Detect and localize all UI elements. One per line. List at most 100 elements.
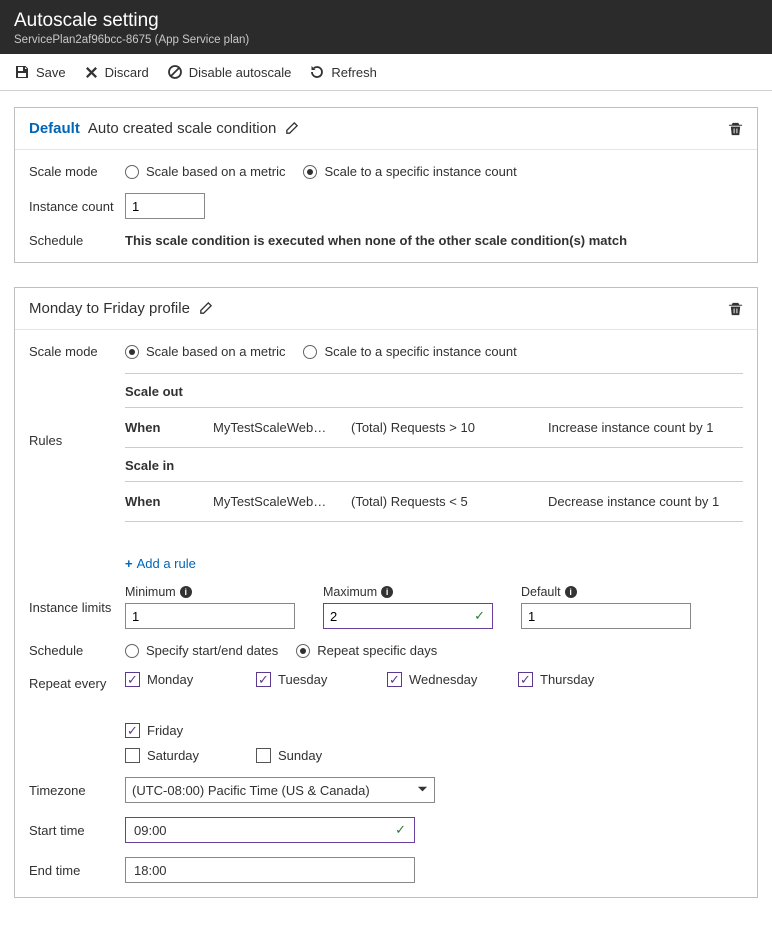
toolbar: Save Discard Disable autoscale Refresh (0, 54, 772, 91)
checkbox-thursday[interactable]: ✓ Thursday (518, 672, 613, 687)
radio-scale-specific[interactable]: Scale to a specific instance count (303, 344, 516, 359)
default-label: Default (521, 585, 561, 599)
start-time-label: Start time (29, 823, 125, 838)
disable-label: Disable autoscale (189, 65, 292, 80)
day-label: Friday (147, 723, 183, 738)
radio-scale-specific-label: Scale to a specific instance count (324, 164, 516, 179)
min-label: Minimum (125, 585, 176, 599)
checkbox-monday[interactable]: ✓ Monday (125, 672, 220, 687)
radio-scale-specific-label: Scale to a specific instance count (324, 344, 516, 359)
pencil-icon[interactable] (284, 121, 299, 136)
maximum-input[interactable] (323, 603, 493, 629)
rule-action: Increase instance count by 1 (548, 420, 743, 435)
info-icon[interactable]: i (381, 586, 393, 598)
discard-label: Discard (105, 65, 149, 80)
radio-scale-metric-label: Scale based on a metric (146, 164, 285, 179)
refresh-button[interactable]: Refresh (309, 64, 377, 80)
page-title: Autoscale setting (14, 10, 758, 32)
checkmark-icon: ✓ (474, 608, 485, 624)
radio-scale-metric[interactable]: Scale based on a metric (125, 344, 285, 359)
default-card-header: Default Auto created scale condition (15, 108, 757, 150)
checkbox-friday[interactable]: ✓ Friday (125, 723, 220, 738)
trash-icon[interactable] (728, 121, 743, 136)
rule-condition: (Total) Requests > 10 (351, 420, 530, 435)
pencil-icon[interactable] (198, 301, 213, 316)
checkbox-sunday[interactable]: ✓Sunday (256, 748, 351, 763)
rule-condition: (Total) Requests < 5 (351, 494, 530, 509)
rule-row[interactable]: When MyTestScaleWebA… (Total) Requests <… (125, 482, 743, 522)
save-label: Save (36, 65, 66, 80)
radio-icon (125, 165, 139, 179)
rule-row[interactable]: When MyTestScaleWebA… (Total) Requests >… (125, 408, 743, 448)
schedule-label: Schedule (29, 233, 125, 248)
scale-out-heading: Scale out (125, 374, 743, 408)
rule-when: When (125, 420, 195, 435)
rules-label: Rules (29, 373, 125, 448)
content-area: Default Auto created scale condition Sca… (0, 91, 772, 938)
checkbox-icon: ✓ (125, 723, 140, 738)
checkbox-icon: ✓ (387, 672, 402, 687)
profile-name: Monday to Friday profile (29, 300, 190, 317)
radio-start-end-dates[interactable]: Specify start/end dates (125, 643, 278, 658)
default-input[interactable] (521, 603, 691, 629)
instance-count-input[interactable] (125, 193, 205, 219)
rule-app: MyTestScaleWebA… (213, 420, 333, 435)
checkbox-tuesday[interactable]: ✓Tuesday (256, 672, 351, 687)
start-time-value: 09:00 (134, 823, 167, 838)
start-time-input[interactable]: 09:00 ✓ (125, 817, 415, 843)
checkbox-icon: ✓ (125, 748, 140, 763)
add-rule-button[interactable]: + Add a rule (125, 556, 196, 571)
refresh-icon (309, 64, 325, 80)
radio-dates-label: Specify start/end dates (146, 643, 278, 658)
checkbox-wednesday[interactable]: ✓ Wednesday (387, 672, 482, 687)
discard-button[interactable]: Discard (84, 65, 149, 80)
rules-table: Scale out When MyTestScaleWebA… (Total) … (125, 373, 743, 522)
radio-scale-specific[interactable]: Scale to a specific instance count (303, 164, 516, 179)
scale-in-heading: Scale in (125, 448, 743, 482)
timezone-value: (UTC-08:00) Pacific Time (US & Canada) (132, 783, 370, 798)
day-label: Thursday (540, 672, 594, 687)
timezone-select[interactable]: (UTC-08:00) Pacific Time (US & Canada) (125, 777, 435, 803)
disable-icon (167, 64, 183, 80)
day-label: Monday (147, 672, 193, 687)
rule-app: MyTestScaleWebA… (213, 494, 333, 509)
info-icon[interactable]: i (565, 586, 577, 598)
checkbox-saturday[interactable]: ✓Saturday (125, 748, 220, 763)
info-icon[interactable]: i (180, 586, 192, 598)
default-condition-card: Default Auto created scale condition Sca… (14, 107, 758, 263)
end-time-label: End time (29, 863, 125, 878)
radio-icon (296, 644, 310, 658)
save-icon (14, 64, 30, 80)
schedule-label: Schedule (29, 643, 125, 658)
add-rule-label: Add a rule (137, 556, 196, 571)
radio-scale-metric-label: Scale based on a metric (146, 344, 285, 359)
timezone-label: Timezone (29, 783, 125, 798)
repeat-every-label: Repeat every (29, 672, 125, 691)
checkbox-icon: ✓ (125, 672, 140, 687)
radio-scale-metric[interactable]: Scale based on a metric (125, 164, 285, 179)
instance-count-label: Instance count (29, 199, 125, 214)
radio-repeat-days[interactable]: Repeat specific days (296, 643, 437, 658)
profile-card-header: Monday to Friday profile (15, 288, 757, 330)
radio-icon (125, 345, 139, 359)
plus-icon: + (125, 556, 133, 571)
refresh-label: Refresh (331, 65, 377, 80)
checkbox-icon: ✓ (518, 672, 533, 687)
day-label: Sunday (278, 748, 322, 763)
save-button[interactable]: Save (14, 64, 66, 80)
checkmark-icon: ✓ (395, 822, 406, 838)
minimum-input[interactable] (125, 603, 295, 629)
radio-icon (125, 644, 139, 658)
default-condition-name: Auto created scale condition (88, 120, 276, 137)
day-label: Wednesday (409, 672, 477, 687)
max-label: Maximum (323, 585, 377, 599)
end-time-input[interactable]: 18:00 (125, 857, 415, 883)
end-time-value: 18:00 (134, 863, 167, 878)
checkbox-icon: ✓ (256, 672, 271, 687)
close-icon (84, 65, 99, 80)
trash-icon[interactable] (728, 301, 743, 316)
default-badge: Default (29, 120, 80, 137)
chevron-down-icon (417, 783, 428, 798)
radio-icon (303, 345, 317, 359)
disable-autoscale-button[interactable]: Disable autoscale (167, 64, 292, 80)
